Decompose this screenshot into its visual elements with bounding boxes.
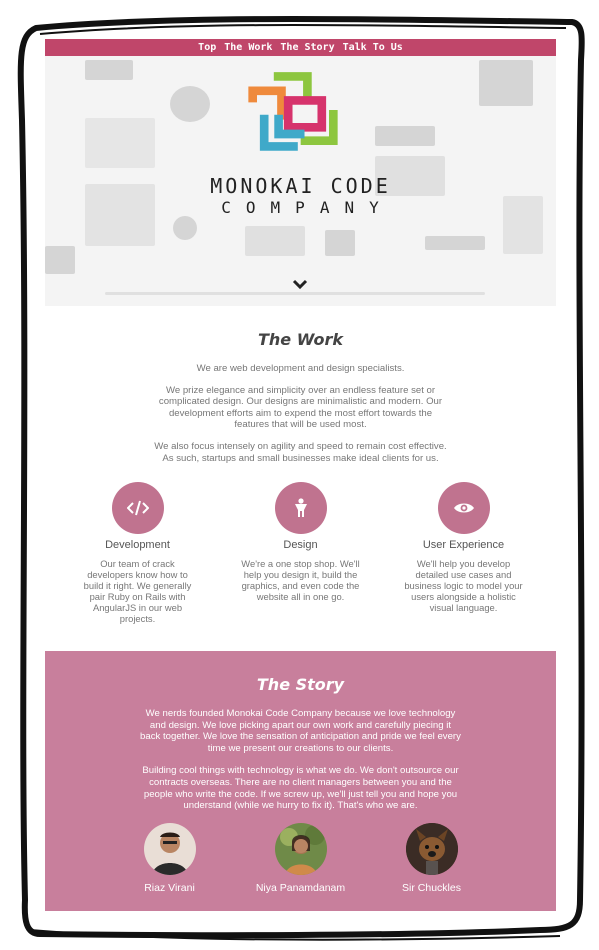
team-member: Niya Panamdanam	[251, 822, 351, 894]
team-member-name: Niya Panamdanam	[255, 881, 346, 894]
work-paragraph: We are web development and design specia…	[196, 363, 405, 374]
service-description: We're a one stop shop. We'll help you de…	[241, 558, 360, 603]
team-member: Riaz Virani	[120, 822, 220, 894]
logo-wordmark-line1: MONOKAI CODE	[210, 174, 391, 198]
service-user-experience: User Experience We'll help you develop d…	[404, 482, 524, 624]
team-member-name: Riaz Virani	[144, 881, 195, 894]
work-paragraph: We also focus intensely on agility and s…	[154, 440, 447, 464]
code-icon	[111, 482, 164, 535]
the-story-section: The Story We nerds founded Monokai Code …	[45, 651, 556, 911]
the-story-heading: The Story	[256, 675, 345, 694]
services-list: Development Our team of crack developers…	[78, 482, 524, 624]
avatar	[274, 822, 327, 875]
service-description: Our team of crack developers know how to…	[83, 558, 192, 625]
nav-link-top[interactable]: Top	[198, 42, 216, 53]
service-design: Design We're a one stop shop. We'll help…	[241, 482, 361, 624]
hero-banner: MONOKAI CODE COMPANY	[45, 56, 556, 306]
the-work-section: The Work We are web development and desi…	[45, 306, 556, 651]
service-title: Development	[105, 539, 170, 552]
team-member: Sir Chuckles	[382, 822, 482, 894]
chevron-down-icon[interactable]	[291, 278, 309, 292]
service-title: User Experience	[422, 539, 505, 552]
nav-link-the-story[interactable]: The Story	[280, 42, 334, 53]
website-page: Top The Work The Story Talk To Us MONOKA…	[45, 39, 556, 911]
story-paragraph: We nerds founded Monokai Code Company be…	[140, 708, 461, 754]
service-development: Development Our team of crack developers…	[78, 482, 198, 624]
avatar	[143, 822, 196, 875]
company-logo-mark	[248, 72, 338, 151]
avatar	[405, 822, 458, 875]
top-nav: Top The Work The Story Talk To Us	[45, 39, 556, 56]
eye-icon	[437, 482, 490, 535]
work-paragraph: We prize elegance and simplicity over an…	[158, 384, 443, 431]
service-description: We'll help you develop detailed use case…	[404, 558, 523, 614]
service-title: Design	[283, 539, 318, 552]
the-work-heading: The Work	[257, 330, 344, 349]
person-icon	[274, 482, 327, 535]
nav-link-talk-to-us[interactable]: Talk To Us	[343, 42, 403, 53]
team-member-name: Sir Chuckles	[402, 881, 461, 894]
story-paragraph: Building cool things with technology is …	[142, 765, 459, 812]
logo-wordmark-line2: COMPANY	[221, 198, 394, 217]
nav-link-the-work[interactable]: The Work	[224, 42, 272, 53]
team-members: Riaz Virani Niya Panamdanam Sir Chuckles	[120, 822, 482, 894]
